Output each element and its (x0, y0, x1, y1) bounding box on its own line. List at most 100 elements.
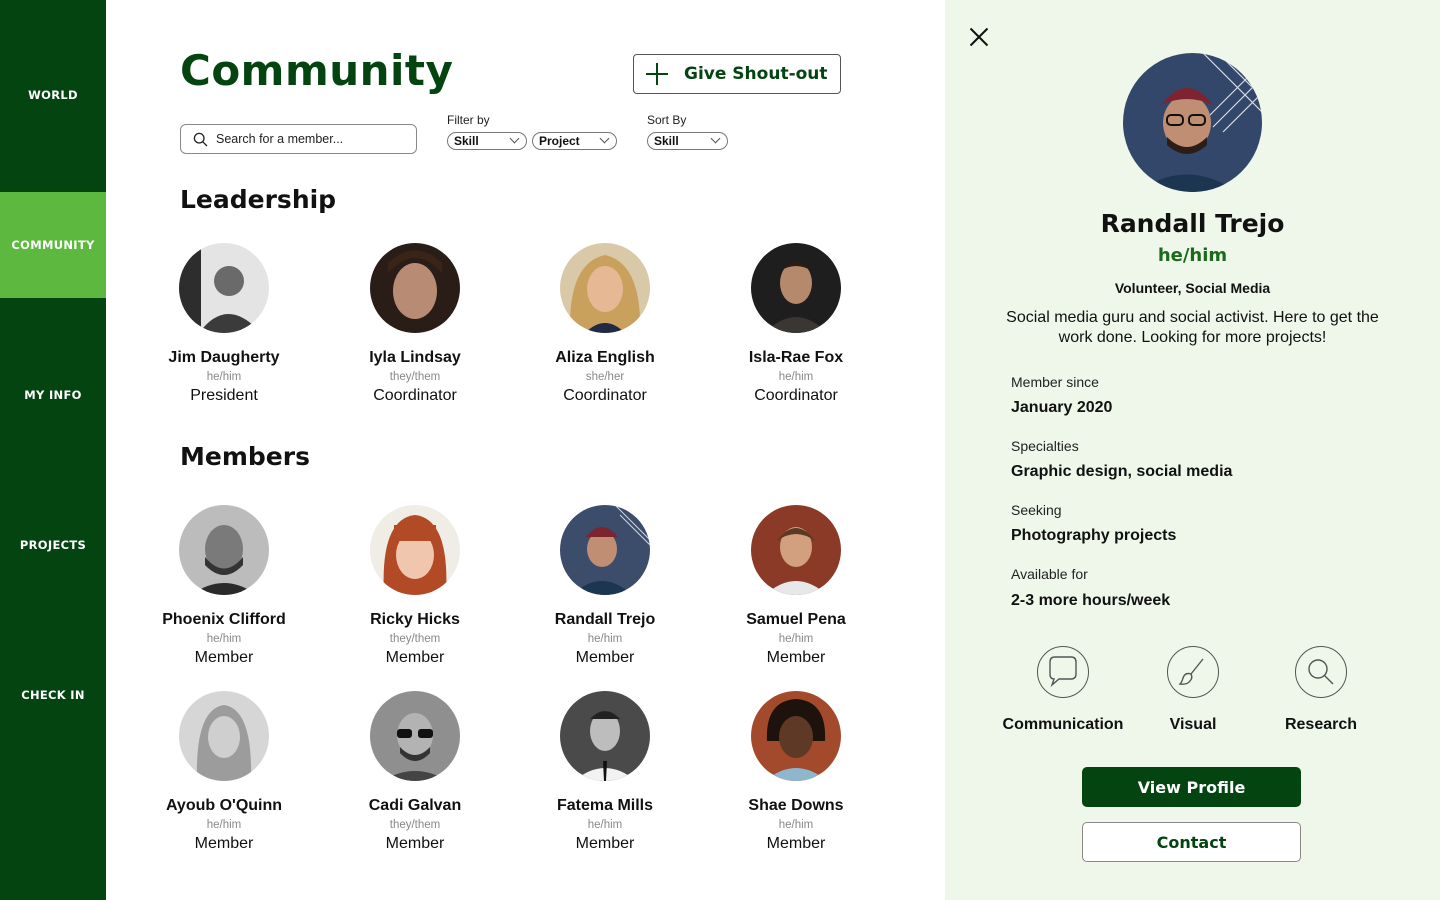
main-content: Community Give Shout-out Filter by Skill… (106, 0, 945, 900)
member-card[interactable]: Shae Downs he/him Member (716, 691, 876, 853)
members-heading: Members (180, 442, 310, 471)
give-shoutout-label: Give Shout-out (684, 64, 828, 84)
avatar (370, 505, 460, 595)
avatar (179, 505, 269, 595)
sort-select[interactable]: Skill (647, 132, 728, 150)
filter-project-value: Project (539, 134, 580, 148)
leader-card[interactable]: Isla-Rae Fox he/him Coordinator (716, 243, 876, 405)
specialties-value: Graphic design, social media (1011, 463, 1233, 480)
skill-label: Communication (1002, 716, 1124, 733)
member-role: Coordinator (373, 387, 457, 404)
sidebar-item-community[interactable]: COMMUNITY (0, 192, 106, 298)
sidebar-item-world[interactable]: WORLD (0, 42, 106, 148)
member-pronouns: they/them (389, 633, 441, 645)
leader-card[interactable]: Iyla Lindsay they/them Coordinator (335, 243, 495, 405)
avatar (751, 243, 841, 333)
sidebar-item-projects[interactable]: PROJECTS (0, 492, 106, 598)
avatar (751, 691, 841, 781)
member-name: Jim Daugherty (168, 349, 280, 366)
skill-research[interactable]: Research (1251, 646, 1391, 734)
magnifier-icon (1295, 646, 1347, 698)
search-icon (193, 132, 208, 146)
avatar (179, 691, 269, 781)
member-search (180, 124, 417, 154)
avatar (560, 243, 650, 333)
skill-communication[interactable]: Communication (993, 646, 1133, 734)
paintbrush-icon (1167, 646, 1219, 698)
plus-icon (646, 63, 668, 85)
member-pronouns: he/him (206, 371, 242, 383)
member-pronouns: she/her (585, 371, 625, 383)
member-card[interactable]: Cadi Galvan they/them Member (335, 691, 495, 853)
member-role: Member (575, 649, 635, 666)
member-name: Randall Trejo (554, 611, 656, 628)
member-role: Member (194, 649, 254, 666)
sidebar-item-my-info[interactable]: MY INFO (0, 342, 106, 448)
member-role: Member (385, 649, 445, 666)
seeking-value: Photography projects (1011, 527, 1177, 544)
avatar (751, 505, 841, 595)
member-name: Iyla Lindsay (369, 349, 461, 366)
member-name: Aliza English (555, 349, 655, 366)
member-role: Member (385, 835, 445, 852)
member-card[interactable]: Fatema Mills he/him Member (525, 691, 685, 853)
profile-pronouns: he/him (1157, 245, 1228, 266)
member-since-value: January 2020 (1011, 399, 1113, 416)
contact-button[interactable]: Contact (1082, 822, 1301, 862)
filter-skill-value: Skill (454, 134, 479, 148)
member-card[interactable]: Samuel Pena he/him Member (716, 505, 876, 667)
member-role: Member (575, 835, 635, 852)
member-card[interactable]: Randall Trejo he/him Member (525, 505, 685, 667)
member-role: Member (194, 835, 254, 852)
chevron-down-icon (509, 133, 520, 144)
sidebar-item-check-in[interactable]: CHECK IN (0, 642, 106, 748)
filter-project-select[interactable]: Project (532, 132, 617, 150)
specialties-label: Specialties (1011, 438, 1079, 454)
member-role: Coordinator (754, 387, 838, 404)
member-name: Ricky Hicks (370, 611, 460, 628)
avatar (560, 505, 650, 595)
profile-avatar (1123, 53, 1262, 192)
member-pronouns: he/him (778, 633, 814, 645)
member-role: Member (766, 835, 826, 852)
profile-role: Volunteer, Social Media (1114, 280, 1271, 296)
view-profile-button[interactable]: View Profile (1082, 767, 1301, 807)
avatar (560, 691, 650, 781)
member-since-label: Member since (1011, 374, 1099, 390)
give-shoutout-button[interactable]: Give Shout-out (633, 54, 841, 94)
member-card[interactable]: Ayoub O'Quinn he/him Member (144, 691, 304, 853)
member-name: Shae Downs (748, 797, 844, 814)
member-card[interactable]: Phoenix Clifford he/him Member (144, 505, 304, 667)
member-name: Fatema Mills (556, 797, 654, 814)
member-pronouns: he/him (778, 819, 814, 831)
seeking-label: Seeking (1011, 502, 1062, 518)
member-pronouns: he/him (206, 633, 242, 645)
member-role: Coordinator (563, 387, 647, 404)
available-for-value: 2-3 more hours/week (1011, 592, 1171, 609)
leader-card[interactable]: Aliza English she/her Coordinator (525, 243, 685, 405)
member-name: Cadi Galvan (368, 797, 462, 814)
close-icon[interactable] (969, 27, 989, 47)
member-role: Member (766, 649, 826, 666)
profile-name: Randall Trejo (1100, 209, 1285, 238)
member-detail-panel: Randall Trejo he/him Volunteer, Social M… (945, 0, 1440, 900)
leadership-heading: Leadership (180, 185, 337, 214)
skill-visual[interactable]: Visual (1123, 646, 1263, 734)
speech-bubble-icon (1037, 646, 1089, 698)
page-title: Community (180, 46, 454, 95)
member-pronouns: he/him (587, 819, 623, 831)
member-card[interactable]: Ricky Hicks they/them Member (335, 505, 495, 667)
sort-value: Skill (654, 134, 679, 148)
member-name: Phoenix Clifford (162, 611, 286, 628)
avatar (179, 243, 269, 333)
skill-label: Visual (1169, 716, 1217, 733)
leader-card[interactable]: Jim Daugherty he/him President (144, 243, 304, 405)
member-pronouns: he/him (587, 633, 623, 645)
app-root: WORLD COMMUNITY MY INFO PROJECTS CHECK I… (0, 0, 1440, 900)
chevron-down-icon (599, 133, 610, 144)
member-pronouns: he/him (778, 371, 814, 383)
member-pronouns: they/them (389, 819, 441, 831)
search-input[interactable] (216, 132, 406, 146)
available-for-label: Available for (1011, 566, 1088, 582)
filter-skill-select[interactable]: Skill (447, 132, 527, 150)
